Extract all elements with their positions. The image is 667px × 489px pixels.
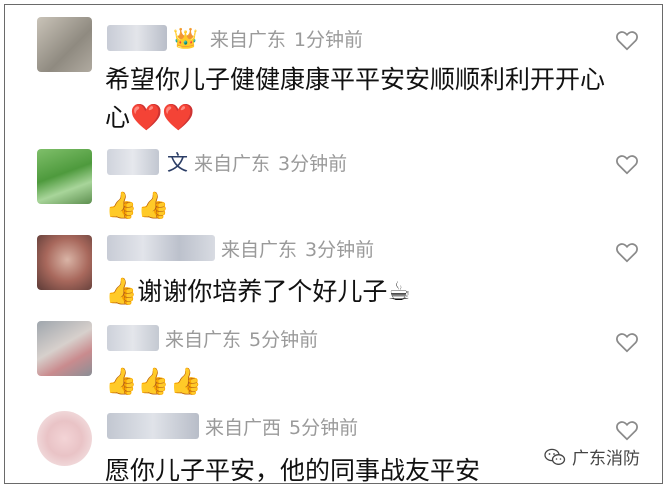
avatar[interactable] bbox=[37, 321, 92, 376]
watermark: 广东消防 bbox=[544, 444, 640, 469]
heart-emoji-icon: ❤️❤️ bbox=[130, 103, 195, 133]
username[interactable] bbox=[107, 325, 159, 351]
location-label: 来自广东 bbox=[221, 238, 298, 261]
timestamp: 1分钟前 bbox=[293, 28, 364, 51]
avatar[interactable] bbox=[37, 17, 92, 72]
comment-text: 愿你儿子平安，他的同事战友平安 bbox=[105, 456, 481, 484]
location-label: 来自广东 bbox=[209, 28, 286, 51]
username[interactable] bbox=[107, 25, 167, 51]
timestamp: 5分钟前 bbox=[249, 328, 319, 351]
comment-meta: 文 来自广东 3分钟前 bbox=[107, 145, 347, 179]
like-heart-icon[interactable] bbox=[614, 329, 640, 355]
location-label: 来自广西 bbox=[205, 416, 282, 439]
coffee-emoji-icon: ☕ bbox=[387, 277, 411, 307]
avatar[interactable] bbox=[37, 235, 92, 290]
avatar[interactable] bbox=[37, 149, 92, 204]
comment-meta: 来自广西 5分钟前 bbox=[107, 409, 358, 443]
like-heart-icon[interactable] bbox=[614, 417, 640, 443]
comment-list: 👑 来自广东 1分钟前 希望你儿子健健康康平平安安顺顺利利开开心 心❤️❤️ 文… bbox=[4, 4, 663, 484]
comment-text-line: 心 bbox=[105, 103, 131, 132]
avatar[interactable] bbox=[37, 411, 92, 466]
comment-text: 👍谢谢你培养了个好儿子☕ bbox=[105, 273, 645, 311]
username[interactable] bbox=[107, 149, 159, 175]
username-text[interactable]: 文 bbox=[167, 147, 188, 177]
timestamp: 5分钟前 bbox=[289, 416, 359, 439]
username[interactable] bbox=[107, 413, 199, 439]
watermark-label: 广东消防 bbox=[572, 449, 640, 469]
thumbs-up-emoji-icon: 👍👍👍 bbox=[105, 367, 203, 397]
username[interactable] bbox=[107, 235, 215, 261]
wechat-icon bbox=[544, 448, 566, 465]
comment-text-line: 希望你儿子健健康康平平安安顺顺利利开开心 bbox=[105, 65, 606, 94]
comment-meta: 来自广东 3分钟前 bbox=[107, 231, 374, 265]
location-label: 来自广东 bbox=[194, 152, 271, 175]
location-label: 来自广东 bbox=[165, 328, 242, 351]
comment-text: 希望你儿子健健康康平平安安顺顺利利开开心 心❤️❤️ bbox=[105, 61, 645, 137]
thumbs-up-emoji-icon: 👍👍 bbox=[105, 191, 170, 221]
like-heart-icon[interactable] bbox=[614, 151, 640, 177]
thumbs-up-emoji-icon: 👍 bbox=[105, 277, 138, 307]
comment-meta: 👑 来自广东 1分钟前 bbox=[107, 21, 363, 55]
comment-text-line: 谢谢你培养了个好儿子 bbox=[137, 277, 388, 306]
crown-badge-icon: 👑 bbox=[173, 26, 198, 50]
comment-meta: 来自广东 5分钟前 bbox=[107, 321, 318, 355]
timestamp: 3分钟前 bbox=[278, 152, 348, 175]
timestamp: 3分钟前 bbox=[305, 238, 375, 261]
comment-text: 👍👍 bbox=[105, 187, 645, 225]
like-heart-icon[interactable] bbox=[614, 27, 640, 53]
comment-text: 👍👍👍 bbox=[105, 363, 645, 401]
like-heart-icon[interactable] bbox=[614, 239, 640, 265]
